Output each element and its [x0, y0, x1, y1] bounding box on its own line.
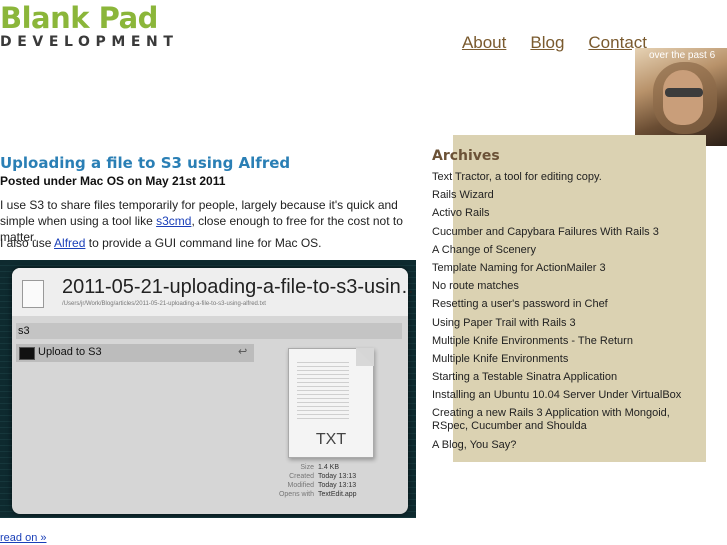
- archive-link[interactable]: No route matches: [432, 280, 682, 293]
- meta-key: Size: [300, 464, 314, 471]
- archive-link[interactable]: Template Naming for ActionMailer 3: [432, 262, 682, 275]
- meta-row: Modified Today 13:13: [236, 482, 406, 491]
- archives-list: Text Tractor, a tool for editing copy. R…: [432, 171, 682, 457]
- read-on-link[interactable]: read on »: [0, 532, 46, 544]
- alfred-window: 2011-05-21-uploading-a-file-to-s3-usin… …: [12, 268, 416, 514]
- photo-face: [663, 70, 703, 125]
- photo-caption: over the past 6: [649, 50, 716, 61]
- photo-glasses: [665, 88, 703, 97]
- archive-link[interactable]: Installing an Ubuntu 10.04 Server Under …: [432, 389, 682, 402]
- alfred-file-title: 2011-05-21-uploading-a-file-to-s3-usin…: [62, 276, 416, 298]
- alfred-result-row: Upload to S3 ↩: [16, 344, 254, 362]
- document-fold: [356, 348, 374, 366]
- archive-link[interactable]: Text Tractor, a tool for editing copy.: [432, 171, 682, 184]
- archive-link[interactable]: Starting a Testable Sinatra Application: [432, 371, 682, 384]
- meta-key: Opens with: [278, 491, 314, 498]
- archives-heading: Archives: [432, 148, 500, 164]
- alfred-file-path: /Users/jr/Work/Blog/articles/2011-05-21-…: [62, 301, 266, 307]
- archive-link[interactable]: Activo Rails: [432, 207, 682, 220]
- document-type-label: TXT: [315, 431, 347, 448]
- meta-value: Today 13:13: [318, 473, 357, 480]
- alfred-screenshot: 2011-05-21-uploading-a-file-to-s3-usin… …: [0, 260, 416, 518]
- meta-key: Created: [289, 473, 314, 480]
- archive-link[interactable]: Cucumber and Capybara Failures With Rail…: [432, 226, 682, 239]
- meta-value: 1.4 KB: [318, 464, 340, 471]
- txt-document-icon: TXT: [288, 348, 374, 458]
- archive-link[interactable]: A Change of Scenery: [432, 244, 682, 257]
- document-icon: [22, 280, 44, 308]
- meta-value: Today 13:13: [318, 482, 357, 489]
- site-logo[interactable]: Blank Pad DEVELOPMENT: [0, 2, 210, 52]
- alfred-query: s3: [16, 323, 402, 339]
- archive-link[interactable]: Multiple Knife Environments: [432, 353, 682, 366]
- meta-row: Created Today 13:13: [236, 473, 406, 482]
- meta-key: Modified: [287, 482, 314, 489]
- file-meta: Size 1.4 KB Created Today 13:13 Modified…: [236, 464, 406, 500]
- post-title[interactable]: Uploading a file to S3 using Alfred: [0, 154, 290, 172]
- post-paragraph: I also use Alfred to provide a GUI comma…: [0, 235, 410, 251]
- alfred-link[interactable]: Alfred: [54, 236, 85, 250]
- archive-link[interactable]: Using Paper Trail with Rails 3: [432, 317, 682, 330]
- archive-link[interactable]: Creating a new Rails 3 Application with …: [432, 407, 682, 433]
- return-icon: ↩: [238, 345, 248, 358]
- nav-about-link[interactable]: About: [462, 33, 506, 53]
- meta-value: TextEdit.app: [318, 491, 357, 498]
- main-nav: About Blog Contact: [462, 33, 647, 53]
- alfred-header: 2011-05-21-uploading-a-file-to-s3-usin… …: [12, 268, 416, 316]
- paragraph-text: I also use: [0, 236, 55, 250]
- archive-link[interactable]: Rails Wizard: [432, 189, 682, 202]
- profile-photo: over the past 6: [632, 48, 727, 146]
- document-lines: [297, 359, 349, 419]
- meta-row: Size 1.4 KB: [236, 464, 406, 473]
- meta-row: Opens with TextEdit.app: [236, 491, 406, 500]
- archive-link[interactable]: Resetting a user's password in Chef: [432, 298, 682, 311]
- archive-link[interactable]: Multiple Knife Environments - The Return: [432, 335, 682, 348]
- result-label: Upload to S3: [38, 346, 102, 358]
- logo-subtitle: DEVELOPMENT: [0, 34, 179, 50]
- post-meta: Posted under Mac OS on May 21st 2011: [0, 174, 226, 188]
- s3cmd-link[interactable]: s3cmd: [156, 214, 191, 228]
- terminal-icon: [19, 347, 35, 360]
- logo-title: Blank Pad: [0, 1, 158, 35]
- paragraph-text: to provide a GUI command line for Mac OS…: [85, 236, 322, 250]
- nav-blog-link[interactable]: Blog: [530, 33, 564, 53]
- archive-link[interactable]: A Blog, You Say?: [432, 439, 682, 452]
